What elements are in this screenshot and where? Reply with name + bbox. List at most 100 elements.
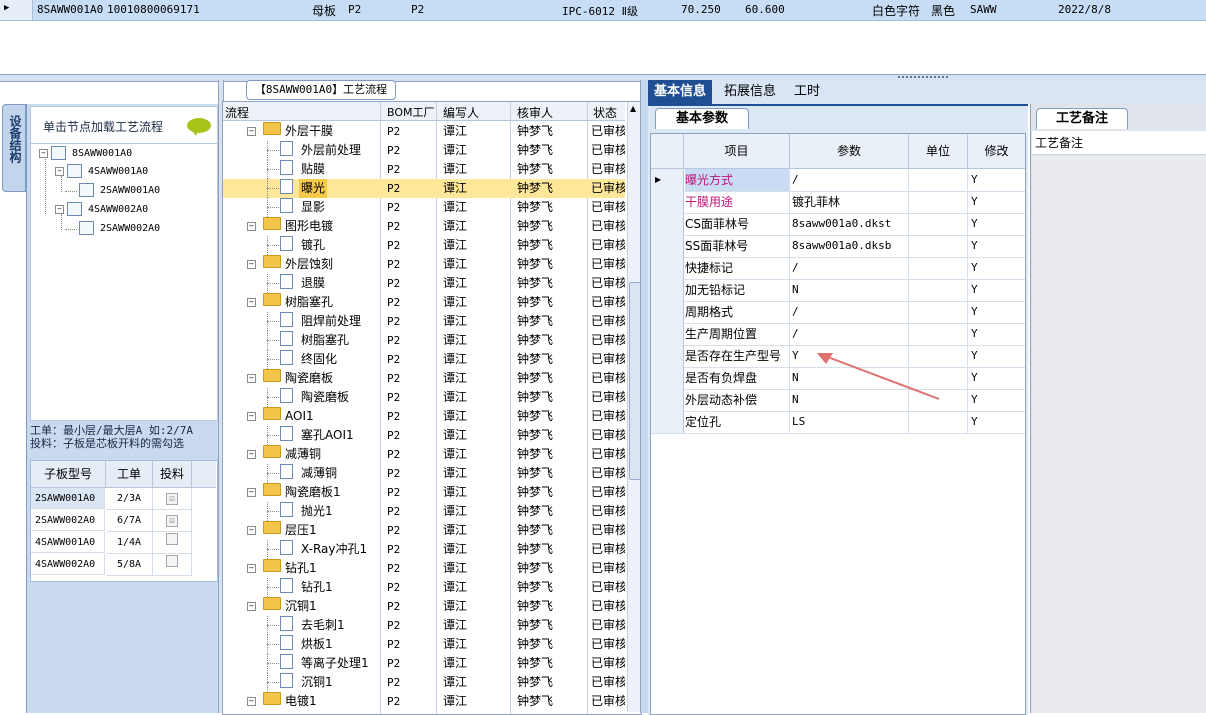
table-cell-model[interactable]: 2SAWW002A0 xyxy=(31,510,105,531)
collapse-icon[interactable]: − xyxy=(39,148,48,158)
flow-row[interactable]: 镀孔 P2 谭江 钟梦飞 已审核 xyxy=(223,236,625,255)
header-modify[interactable]: 修改 xyxy=(968,134,1025,169)
table-cell-feed[interactable]: ☑ xyxy=(153,510,192,532)
param-value[interactable]: / xyxy=(792,169,799,191)
param-value[interactable]: LS xyxy=(792,411,805,433)
collapse-icon[interactable]: − xyxy=(247,564,256,573)
param-row[interactable]: ▶ 曝光方式 / Y xyxy=(651,169,1025,192)
flow-row[interactable]: − 外层蚀刻 P2 谭江 钟梦飞 已审核 xyxy=(223,255,625,274)
flow-row[interactable]: 贴膜 P2 谭江 钟梦飞 已审核 xyxy=(223,160,625,179)
tree-node-2saww002a0[interactable]: 2SAWW002A0 xyxy=(79,221,160,237)
feed-checkbox[interactable] xyxy=(166,533,178,545)
tab-basic-params[interactable]: 基本参数 xyxy=(655,108,749,129)
tab-process-note[interactable]: 工艺备注 xyxy=(1036,108,1128,129)
param-row[interactable]: 生产周期位置 / Y xyxy=(651,323,1025,346)
flow-row[interactable]: 树脂塞孔 P2 谭江 钟梦飞 已审核 xyxy=(223,331,625,350)
tree-node-2saww001a0[interactable]: 2SAWW001A0 xyxy=(79,183,160,199)
flow-row[interactable]: − AOI1 P2 谭江 钟梦飞 已审核 xyxy=(223,407,625,426)
flow-row[interactable]: 去毛刺1 P2 谭江 钟梦飞 已审核 xyxy=(223,616,625,635)
header-item[interactable]: 项目 xyxy=(684,134,790,169)
table-cell-order[interactable]: 1/4A xyxy=(106,532,153,554)
collapse-icon[interactable]: − xyxy=(247,374,256,383)
collapse-icon[interactable]: − xyxy=(247,450,256,459)
flow-row[interactable]: − 陶瓷磨板1 P2 谭江 钟梦飞 已审核 xyxy=(223,483,625,502)
flow-row[interactable]: 陶瓷磨板 P2 谭江 钟梦飞 已审核 xyxy=(223,388,625,407)
param-value[interactable]: / xyxy=(792,323,799,345)
param-row[interactable]: SS面菲林号 8saww001a0.dksb Y xyxy=(651,235,1025,258)
flow-row[interactable]: − 陶瓷磨板 P2 谭江 钟梦飞 已审核 xyxy=(223,369,625,388)
header-status[interactable]: 状态 xyxy=(593,104,617,121)
table-cell-order[interactable]: 5/8A xyxy=(106,554,153,576)
process-note-area[interactable] xyxy=(1032,156,1206,713)
table-cell-order[interactable]: 2/3A xyxy=(106,488,153,510)
param-value[interactable]: N xyxy=(792,279,799,301)
flow-row[interactable]: − 图形电镀 P2 谭江 钟梦飞 已审核 xyxy=(223,217,625,236)
header-bom[interactable]: BOM工厂 xyxy=(387,104,435,120)
flow-row[interactable]: 阻焊前处理 P2 谭江 钟梦飞 已审核 xyxy=(223,312,625,331)
flow-row[interactable]: − 层压1 P2 谭江 钟梦飞 已审核 xyxy=(223,521,625,540)
side-tab-structure[interactable]: 设备结构 xyxy=(2,104,26,192)
param-row[interactable]: 加无铅标记 N Y xyxy=(651,279,1025,302)
flow-row[interactable]: 烘板1 P2 谭江 钟梦飞 已审核 xyxy=(223,635,625,654)
collapse-icon[interactable]: − xyxy=(247,412,256,421)
tab-work-hours[interactable]: 工时 xyxy=(788,80,826,104)
param-value[interactable]: / xyxy=(792,301,799,323)
flow-row[interactable]: − 钻孔1 P2 谭江 钟梦飞 已审核 xyxy=(223,559,625,578)
flow-row[interactable]: 终固化 P2 谭江 钟梦飞 已审核 xyxy=(223,350,625,369)
flow-row[interactable]: − 电镀1 P2 谭江 钟梦飞 已审核 xyxy=(223,692,625,711)
header-model[interactable]: 子板型号 xyxy=(31,461,106,488)
param-value[interactable]: N xyxy=(792,367,799,389)
flow-row[interactable]: 钻孔1 P2 谭江 钟梦飞 已审核 xyxy=(223,578,625,597)
table-cell-order[interactable]: 6/7A xyxy=(106,510,153,532)
param-value[interactable]: 镀孔菲林 xyxy=(792,191,840,213)
collapse-icon[interactable]: − xyxy=(55,166,64,176)
collapse-icon[interactable]: − xyxy=(247,298,256,307)
tree-node-4saww001a0[interactable]: − 4SAWW001A0 xyxy=(55,164,148,180)
param-value[interactable]: 8saww001a0.dksb xyxy=(792,235,891,257)
tree-node-4saww002a0[interactable]: − 4SAWW002A0 xyxy=(55,202,148,218)
collapse-icon[interactable]: − xyxy=(247,260,256,269)
vertical-scrollbar[interactable]: ▲ xyxy=(627,102,641,712)
scroll-up-icon[interactable]: ▲ xyxy=(630,104,636,113)
param-value[interactable]: 8saww001a0.dkst xyxy=(792,213,891,235)
flow-row[interactable]: 等离子处理1 P2 谭江 钟梦飞 已审核 xyxy=(223,654,625,673)
flow-row[interactable]: 外层前处理 P2 谭江 钟梦飞 已审核 xyxy=(223,141,625,160)
collapse-icon[interactable]: − xyxy=(247,697,256,706)
top-grid-selected-row[interactable]: ▶ 8SAWW001A0 10010800069171 母板 P2 P2 IPC… xyxy=(0,0,1206,21)
flow-row[interactable]: 曝光 P2 谭江 钟梦飞 已审核 xyxy=(223,179,625,198)
table-cell-model[interactable]: 2SAWW001A0 xyxy=(31,488,105,509)
collapse-icon[interactable]: − xyxy=(55,204,64,214)
param-value[interactable]: N xyxy=(792,389,799,411)
table-cell-model[interactable]: 4SAWW002A0 xyxy=(31,554,105,575)
flow-row[interactable]: − 外层干膜 P2 谭江 钟梦飞 已审核 xyxy=(223,122,625,141)
header-feed[interactable]: 投料 xyxy=(153,461,192,488)
table-cell-feed[interactable] xyxy=(153,554,192,576)
header-flow[interactable]: 流程 xyxy=(225,104,249,121)
flow-row[interactable]: − 沉铜1 P2 谭江 钟梦飞 已审核 xyxy=(223,597,625,616)
param-row[interactable]: 干膜用途 镀孔菲林 Y xyxy=(651,191,1025,214)
flow-row[interactable]: 减薄铜 P2 谭江 钟梦飞 已审核 xyxy=(223,464,625,483)
header-param[interactable]: 参数 xyxy=(790,134,909,169)
param-value[interactable]: Y xyxy=(792,345,799,367)
table-cell-feed[interactable]: ☑ xyxy=(153,488,192,510)
feed-checkbox[interactable]: ☑ xyxy=(166,515,178,527)
feed-checkbox[interactable]: ☑ xyxy=(166,493,178,505)
flow-row[interactable]: 沉铜1 P2 谭江 钟梦飞 已审核 xyxy=(223,673,625,692)
tab-extended-info[interactable]: 拓展信息 xyxy=(718,80,782,104)
header-writer[interactable]: 编写人 xyxy=(443,104,479,121)
header-unit[interactable]: 单位 xyxy=(909,134,968,169)
flow-row[interactable]: X-Ray冲孔1 P2 谭江 钟梦飞 已审核 xyxy=(223,540,625,559)
collapse-icon[interactable]: − xyxy=(247,488,256,497)
table-cell-model[interactable]: 4SAWW001A0 xyxy=(31,532,105,553)
flow-row[interactable]: 显影 P2 谭江 钟梦飞 已审核 xyxy=(223,198,625,217)
param-row[interactable]: 快捷标记 / Y xyxy=(651,257,1025,280)
collapse-icon[interactable]: − xyxy=(247,602,256,611)
header-order[interactable]: 工单 xyxy=(106,461,153,488)
flow-row[interactable]: 塞孔AOI1 P2 谭江 钟梦飞 已审核 xyxy=(223,426,625,445)
flow-row[interactable]: 抛光1 P2 谭江 钟梦飞 已审核 xyxy=(223,502,625,521)
collapse-icon[interactable]: − xyxy=(247,526,256,535)
collapse-icon[interactable]: − xyxy=(247,127,256,136)
flow-row[interactable]: 退膜 P2 谭江 钟梦飞 已审核 xyxy=(223,274,625,293)
param-row[interactable]: 周期格式 / Y xyxy=(651,301,1025,324)
tab-basic-info[interactable]: 基本信息 xyxy=(648,80,713,104)
